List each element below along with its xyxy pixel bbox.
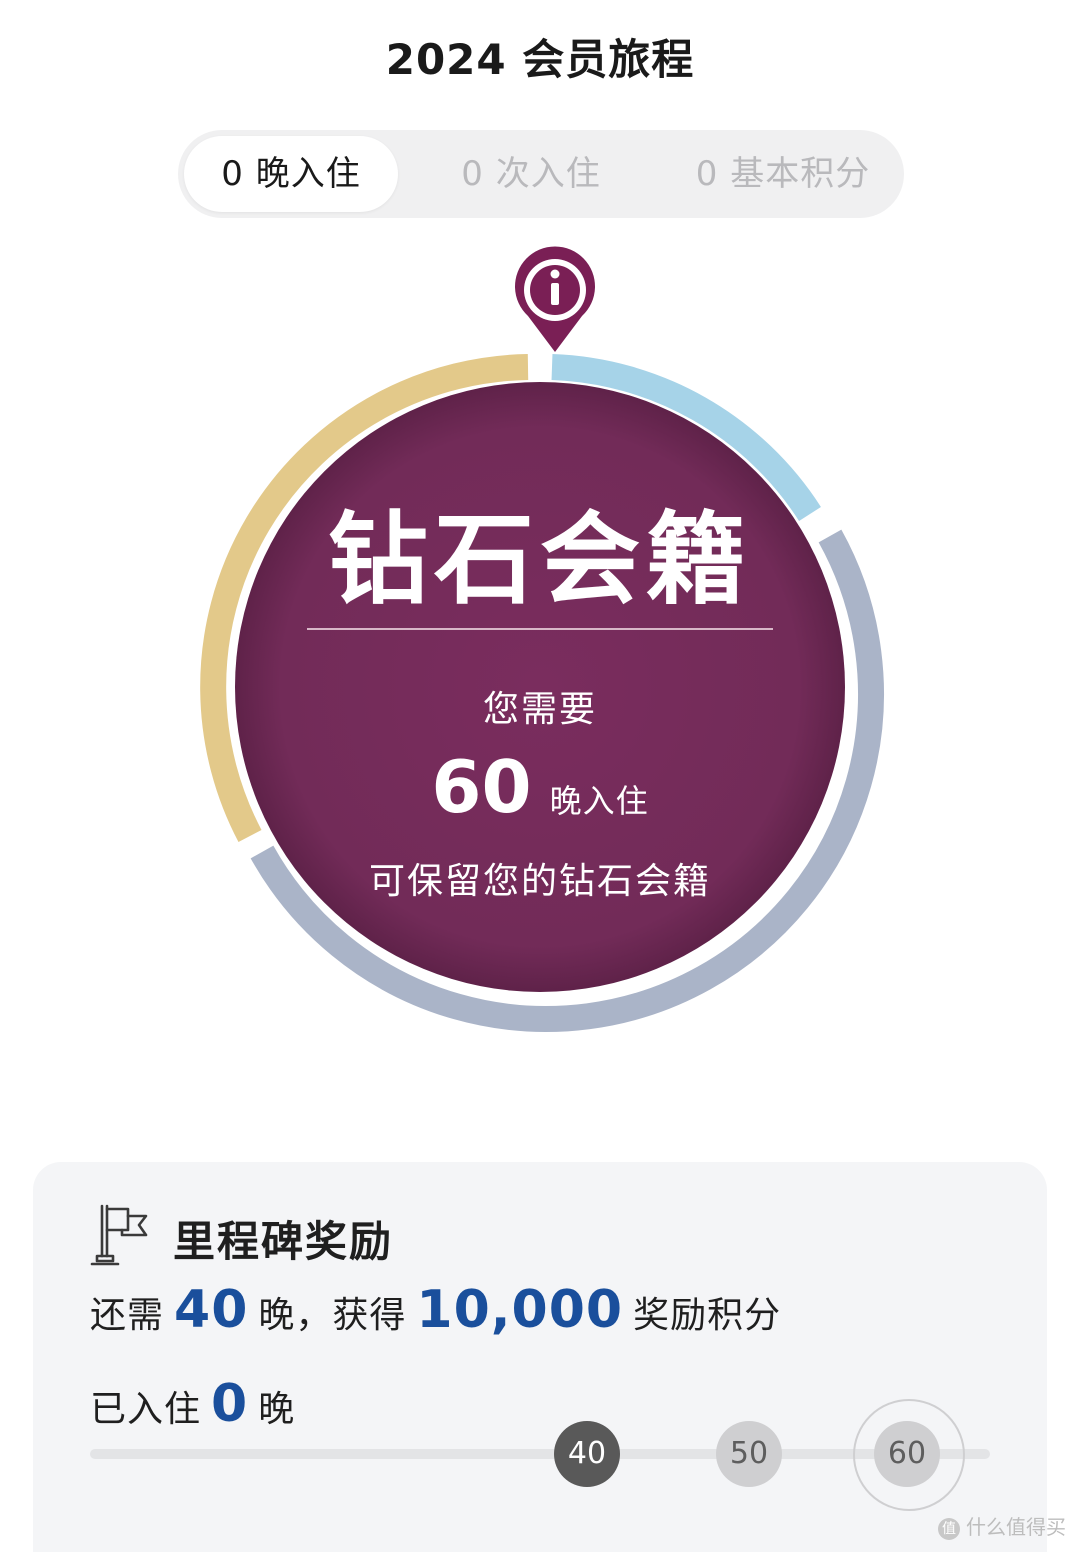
watermark-badge-icon: 值 [938, 1517, 960, 1540]
nights-needed-value: 60 [431, 745, 532, 829]
watermark: 值什么值得买 [938, 1511, 1066, 1540]
milestone-marker-60: 60 [874, 1421, 940, 1487]
watermark-text: 什么值得买 [966, 1515, 1066, 1539]
stayed-nights-text: 已入住 0 晚 [90, 1374, 295, 1434]
nights-needed-unit: 晚入住 [549, 782, 649, 820]
tier-name: 钻石会籍 [328, 501, 752, 618]
page: 2024 会员旅程 0 晚入住 0 次入住 0 基本积分 钻石会籍 您需要 60… [0, 0, 1080, 1552]
reward-points-value: 10,000 [416, 1280, 624, 1340]
nights-needed-row: 60 晚入住 [0, 745, 1080, 829]
remaining-suffix: 奖励积分 [633, 1295, 782, 1336]
tier-divider [307, 628, 773, 630]
stayed-prefix: 已入住 [90, 1389, 202, 1430]
you-need-label: 您需要 [482, 689, 597, 730]
flag-icon [90, 1204, 148, 1266]
milestone-marker-40: 40 [554, 1421, 620, 1487]
milestone-title: 里程碑奖励 [173, 1217, 394, 1266]
info-pin-icon[interactable] [515, 246, 595, 352]
stayed-suffix: 晚 [258, 1389, 296, 1430]
milestone-marker-50: 50 [716, 1421, 782, 1487]
milestone-card: 里程碑奖励 还需 40 晚，获得 10,000 奖励积分 已入住 0 晚 40 50 60 [33, 1162, 1047, 1552]
remaining-prefix: 还需 [90, 1295, 165, 1336]
milestone-remaining-text: 还需 40 晚，获得 10,000 奖励积分 [90, 1280, 781, 1340]
remaining-mid: 晚，获得 [258, 1295, 407, 1336]
stayed-nights-value: 0 [211, 1374, 249, 1434]
remaining-nights-value: 40 [174, 1280, 249, 1340]
retain-tier-text: 可保留您的钻石会籍 [368, 861, 711, 902]
